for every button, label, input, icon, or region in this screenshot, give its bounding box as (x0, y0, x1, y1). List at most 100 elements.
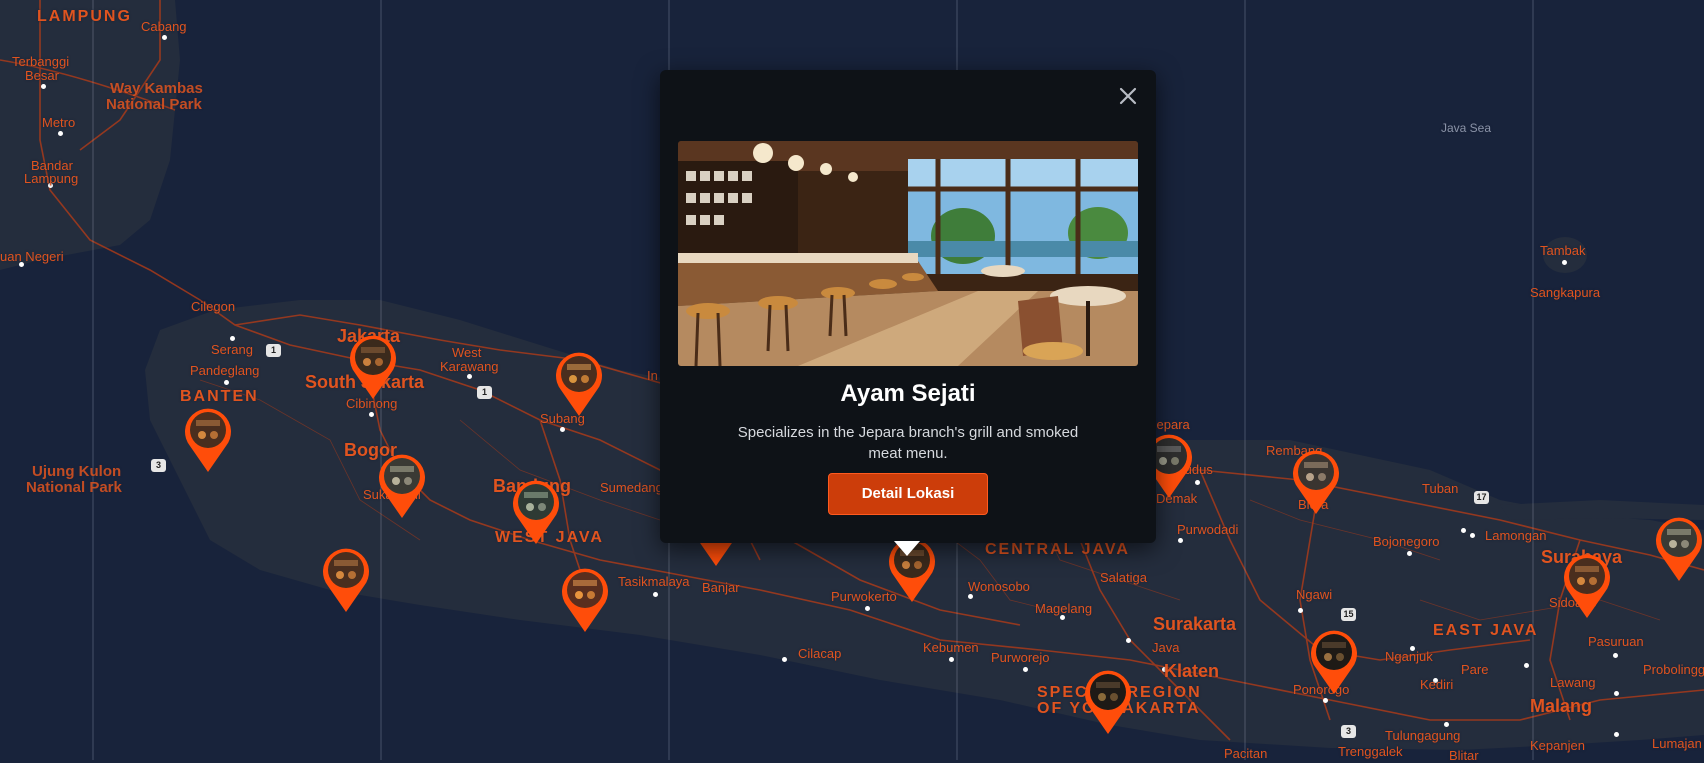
city-dot (1614, 691, 1619, 696)
close-button[interactable] (1116, 84, 1140, 108)
city-label: Klaten (1164, 661, 1220, 681)
city-dot (782, 657, 787, 662)
restaurant-marker[interactable] (347, 333, 399, 401)
city-dot (41, 84, 46, 89)
region-label: LAMPUNG (37, 8, 132, 25)
city-dot (58, 131, 63, 136)
close-icon[interactable] (1116, 84, 1140, 108)
city-label: Bojonegoro (1373, 534, 1440, 549)
city-label: Metro (42, 115, 76, 130)
city-dot (1298, 608, 1303, 613)
park-label: Ujung Kulon (32, 463, 122, 480)
city-label: Lawang (1550, 675, 1596, 690)
city-dot (1023, 667, 1028, 672)
highway-shield: 15 (1341, 608, 1356, 621)
restaurant-marker[interactable] (182, 406, 234, 474)
cafe-interior-photo (678, 141, 1138, 366)
restaurant-marker[interactable] (376, 452, 428, 520)
city-label: Banjar (702, 580, 740, 595)
restaurant-marker[interactable] (553, 350, 605, 418)
park-label: National Park (26, 479, 122, 496)
restaurant-marker[interactable] (1290, 448, 1342, 516)
region-label: CENTRAL JAVA (985, 541, 1130, 558)
city-label: Magelang (1035, 601, 1093, 616)
restaurant-marker[interactable] (1308, 628, 1360, 696)
city-label: Terbanggi (12, 54, 70, 69)
city-label: Kebumen (923, 640, 979, 655)
city-dot (1613, 653, 1618, 658)
city-label: Pacitan (1224, 746, 1268, 761)
highway-shield: 1 (477, 386, 492, 399)
city-label: Purwodadi (1177, 522, 1239, 537)
city-label: Karawang (440, 359, 499, 374)
city-label: Tasikmalaya (618, 574, 690, 589)
city-label: Cilacap (798, 646, 842, 661)
city-label: Tulungagung (1385, 728, 1461, 743)
city-dot (1461, 528, 1466, 533)
city-label: Ngawi (1296, 587, 1333, 602)
city-dot (1407, 551, 1412, 556)
city-label: Blitar (1449, 748, 1479, 763)
highway-shield: 3 (151, 459, 166, 472)
park-label: National Park (106, 96, 202, 113)
restaurant-marker[interactable] (559, 566, 611, 634)
city-label: Trenggalek (1338, 744, 1403, 759)
city-label: Lamongan (1485, 528, 1547, 543)
city-label: Nganjuk (1385, 649, 1433, 664)
restaurant-marker[interactable] (510, 478, 562, 546)
city-label: Sumedang (600, 480, 663, 495)
city-dot (1195, 480, 1200, 485)
city-label: Kediri (1420, 677, 1454, 692)
city-dot (865, 606, 870, 611)
city-label: Lumajan (1652, 736, 1702, 751)
region-label: BANTEN (180, 388, 259, 405)
city-label: Surakarta (1153, 614, 1237, 634)
city-dot (224, 380, 229, 385)
city-label: Cilegon (191, 299, 236, 314)
sumatra-landmass (0, 0, 180, 270)
city-label: Tambak (1540, 243, 1586, 258)
region-label: EAST JAVA (1433, 622, 1539, 639)
city-label: Serang (211, 342, 253, 357)
city-dot (162, 35, 167, 40)
city-dot (653, 592, 658, 597)
city-label: Cabang (141, 19, 187, 34)
city-dot (1614, 732, 1619, 737)
popup-pointer (894, 541, 920, 556)
restaurant-marker[interactable] (1561, 552, 1613, 620)
city-label: Sangkapura (1530, 285, 1601, 300)
city-dot (949, 657, 954, 662)
city-label: West (452, 345, 482, 360)
restaurant-marker[interactable] (1082, 668, 1134, 736)
city-dot (1470, 533, 1475, 538)
popup-description: Specializes in the Jepara branch's grill… (737, 424, 1079, 462)
city-label: Pandeglang (190, 363, 260, 378)
city-label: Purworejo (991, 650, 1050, 665)
restaurant-marker[interactable] (320, 546, 372, 614)
sea-label: Java Sea (1441, 121, 1492, 135)
city-dot (1444, 722, 1449, 727)
highway-shield: 1 (266, 344, 281, 357)
city-dot (230, 336, 235, 341)
city-label: Pasuruan (1588, 634, 1644, 649)
highway-shield: 3 (1341, 725, 1356, 738)
city-dot (1126, 638, 1131, 643)
city-dot (467, 374, 472, 379)
highway-shield: 17 (1474, 491, 1489, 504)
city-dot (560, 427, 565, 432)
city-dot (968, 594, 973, 599)
city-dot (1323, 698, 1328, 703)
location-popup: Ayam Sejati Specializes in the Jepara br… (660, 70, 1156, 543)
city-label: In (647, 368, 658, 383)
detail-location-button[interactable]: Detail Lokasi (828, 473, 988, 515)
city-label: Tuban (1422, 481, 1459, 496)
city-label: Malang (1530, 696, 1593, 716)
restaurant-marker[interactable] (1653, 515, 1704, 583)
park-label: Way Kambas (110, 80, 203, 97)
city-dot (1178, 538, 1183, 543)
city-label: Pare (1461, 662, 1489, 677)
city-label: Java (1152, 640, 1180, 655)
city-label: Salatiga (1100, 570, 1147, 585)
city-dot (369, 412, 374, 417)
city-label: Wonosobo (968, 579, 1030, 594)
